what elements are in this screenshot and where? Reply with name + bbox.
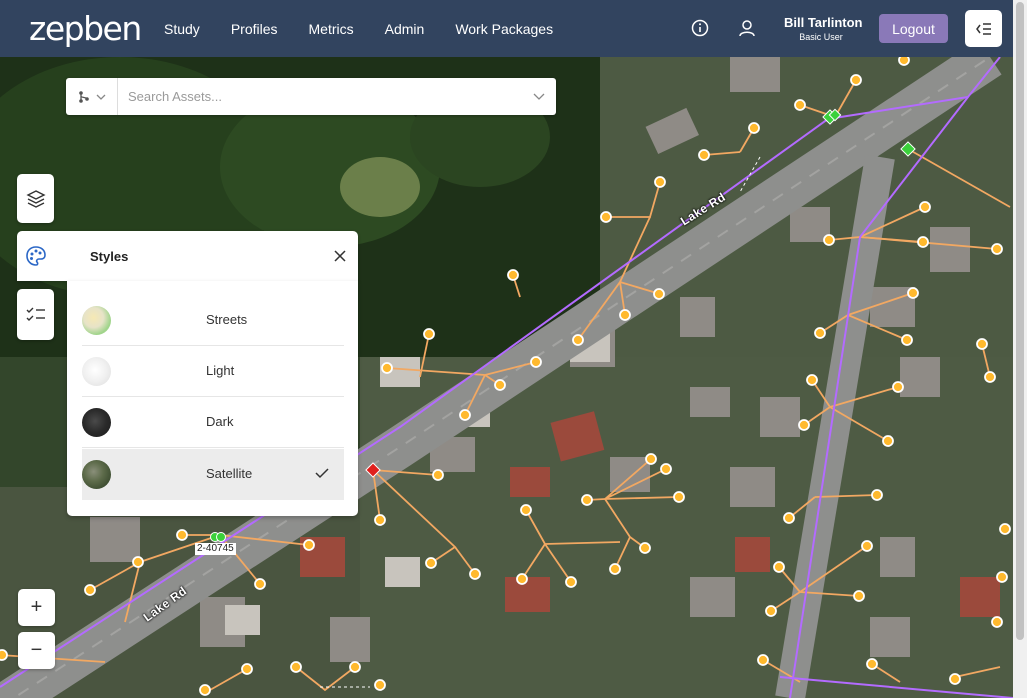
style-option-label: Dark [206, 414, 234, 429]
scrollbar-thumb[interactable] [1016, 2, 1024, 640]
close-icon[interactable] [333, 249, 347, 268]
style-option-dark[interactable]: Dark [82, 397, 344, 448]
checkmark-icon [315, 466, 329, 484]
satellite-thumbnail [82, 460, 111, 489]
collapse-menu-button[interactable] [965, 10, 1002, 47]
palette-icon[interactable] [25, 245, 47, 272]
styles-panel-title: Styles [90, 249, 129, 264]
nav-item-metrics[interactable]: Metrics [309, 21, 354, 37]
user-role: Basic User [799, 32, 843, 42]
checklist-button[interactable] [17, 289, 54, 340]
nav-item-work-packages[interactable]: Work Packages [455, 21, 553, 37]
style-option-label: Streets [206, 312, 248, 327]
dark-thumbnail [82, 408, 111, 437]
main-nav: Study Profiles Metrics Admin Work Packag… [164, 0, 584, 57]
chevron-down-icon [533, 93, 545, 100]
logout-button[interactable]: Logout [879, 14, 948, 43]
styles-panel-header: Styles [17, 231, 358, 281]
search-input[interactable]: Search Assets... [128, 89, 522, 104]
nav-item-profiles[interactable]: Profiles [231, 21, 278, 37]
chevron-down-icon [96, 94, 105, 100]
checklist-icon [26, 307, 45, 321]
user-icon[interactable] [737, 18, 757, 38]
style-option-satellite[interactable]: Satellite [82, 449, 344, 500]
user-info: Bill Tarlinton Basic User [784, 15, 863, 42]
network-tree-icon [78, 90, 89, 103]
zepben-logo[interactable]: zepben [29, 8, 142, 48]
layers-button[interactable] [17, 174, 54, 223]
collapse-menu-icon [975, 22, 991, 35]
search-type-selector[interactable] [66, 78, 118, 115]
nav-item-study[interactable]: Study [164, 21, 200, 37]
asset-search-bar: Search Assets... [66, 78, 556, 115]
style-option-label: Satellite [206, 466, 253, 481]
info-icon[interactable] [690, 18, 710, 38]
page-scrollbar[interactable] [1013, 0, 1027, 698]
light-thumbnail [82, 357, 111, 386]
streets-thumbnail [82, 306, 111, 335]
style-option-label: Light [206, 363, 235, 378]
zoom-out-button[interactable]: − [18, 632, 55, 669]
nav-item-admin[interactable]: Admin [385, 21, 425, 37]
search-dropdown-button[interactable] [522, 93, 556, 100]
top-navigation-bar: zepben Study Profiles Metrics Admin Work… [0, 0, 1013, 57]
style-option-streets[interactable]: Streets [82, 295, 344, 346]
style-option-light[interactable]: Light [82, 346, 344, 397]
asset-label: 2-40745 [195, 543, 236, 555]
zoom-in-button[interactable]: + [18, 589, 55, 626]
user-name: Bill Tarlinton [784, 15, 863, 30]
layers-icon [25, 189, 46, 208]
styles-panel-body: Streets Light Dark Satellite [67, 281, 358, 516]
